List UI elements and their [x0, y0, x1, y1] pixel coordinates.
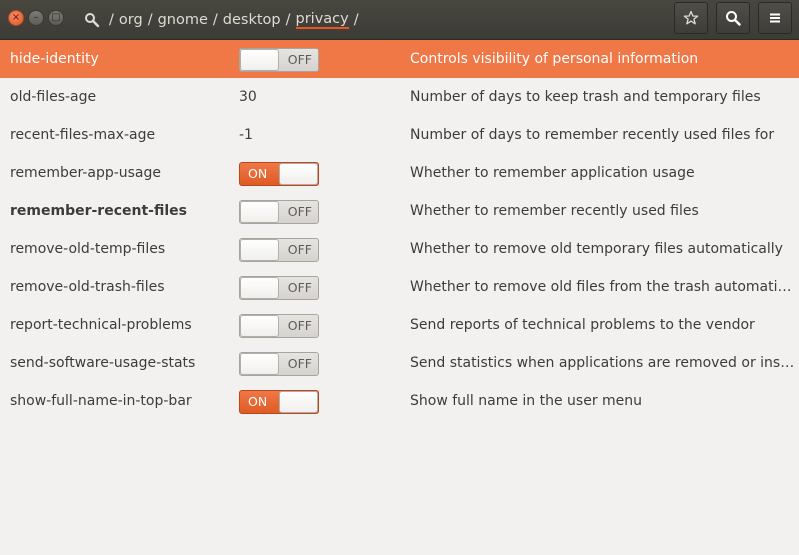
setting-key: old-files-age — [10, 89, 97, 105]
toggle-switch[interactable]: OFF — [239, 314, 319, 338]
toggle-switch[interactable]: OFF — [239, 352, 319, 376]
title-bar: × – □ / org / gnome / desktop / privacy … — [0, 0, 799, 40]
switch-slider[interactable] — [279, 391, 318, 413]
minimize-icon: – — [33, 12, 39, 23]
switch-slider[interactable] — [240, 353, 279, 375]
setting-key: hide-identity — [10, 51, 99, 67]
toggle-switch[interactable]: OFF — [239, 238, 319, 262]
settings-row-remove-old-trash-files[interactable]: remove-old-trash-files OFF Whether to re… — [0, 268, 799, 306]
settings-row-report-technical-problems[interactable]: report-technical-problems OFF Send repor… — [0, 306, 799, 344]
toggle-switch[interactable]: OFF — [239, 200, 319, 224]
setting-value[interactable]: -1 — [239, 116, 253, 154]
switch-state-label: OFF — [287, 52, 312, 67]
path-separator: / — [353, 12, 359, 28]
crumb-org[interactable]: org — [119, 12, 143, 28]
main-menu-button[interactable] — [758, 2, 792, 34]
switch-slider[interactable] — [279, 163, 318, 185]
setting-description: Send statistics when applications are re… — [410, 355, 795, 371]
switch-slider[interactable] — [240, 315, 279, 337]
switch-state-label: ON — [248, 166, 268, 181]
switch-state-label: ON — [248, 394, 268, 409]
switch-state-label: OFF — [287, 280, 312, 295]
setting-description: Number of days to keep trash and tempora… — [410, 89, 761, 105]
crumb-privacy[interactable]: privacy — [295, 11, 349, 29]
setting-key: remove-old-temp-files — [10, 241, 166, 257]
setting-description: Send reports of technical problems to th… — [410, 317, 755, 333]
switch-state-label: OFF — [287, 242, 312, 257]
setting-key: show-full-name-in-top-bar — [10, 393, 192, 409]
setting-key: recent-files-max-age — [10, 127, 156, 143]
setting-key: remember-app-usage — [10, 165, 162, 181]
close-window-button[interactable]: × — [8, 10, 24, 26]
setting-description: Number of days to remember recently used… — [410, 127, 775, 143]
switch-state-label: OFF — [287, 356, 312, 371]
settings-row-remember-app-usage[interactable]: remember-app-usage ON Whether to remembe… — [0, 154, 799, 192]
search-icon — [726, 11, 741, 26]
crumb-gnome[interactable]: gnome — [158, 12, 208, 28]
root-search-icon[interactable] — [84, 12, 100, 28]
path-separator: / — [109, 12, 114, 28]
setting-description: Whether to remove old temporary files au… — [410, 241, 783, 257]
crumb-desktop[interactable]: desktop — [223, 12, 281, 28]
settings-list: hide-identity OFF Controls visibility of… — [0, 40, 799, 420]
maximize-icon: □ — [51, 12, 61, 23]
setting-key: remember-recent-files — [10, 203, 187, 219]
hamburger-menu-icon — [770, 13, 780, 23]
setting-key: report-technical-problems — [10, 317, 192, 333]
settings-row-recent-files-max-age[interactable]: recent-files-max-age -1 Number of days t… — [0, 116, 799, 154]
toggle-switch[interactable]: ON — [239, 390, 319, 414]
switch-slider[interactable] — [240, 49, 279, 71]
search-button[interactable] — [716, 2, 750, 34]
switch-slider[interactable] — [240, 201, 279, 223]
setting-key: send-software-usage-stats — [10, 355, 196, 371]
setting-key: remove-old-trash-files — [10, 279, 165, 295]
settings-row-old-files-age[interactable]: old-files-age 30 Number of days to keep … — [0, 78, 799, 116]
settings-row-remember-recent-files[interactable]: remember-recent-files OFF Whether to rem… — [0, 192, 799, 230]
setting-description: Whether to remove old files from the tra… — [410, 279, 795, 295]
setting-description: Whether to remember application usage — [410, 165, 695, 181]
settings-row-show-full-name-in-top-bar[interactable]: show-full-name-in-top-bar ON Show full n… — [0, 382, 799, 420]
maximize-window-button[interactable]: □ — [48, 10, 64, 26]
switch-state-label: OFF — [287, 204, 312, 219]
setting-value[interactable]: 30 — [239, 78, 257, 116]
star-icon — [683, 10, 699, 25]
switch-slider[interactable] — [240, 277, 279, 299]
minimize-window-button[interactable]: – — [28, 10, 44, 26]
setting-description: Controls visibility of personal informat… — [410, 51, 699, 67]
path-separator: / — [212, 12, 218, 28]
settings-row-hide-identity[interactable]: hide-identity OFF Controls visibility of… — [0, 40, 799, 78]
bookmark-button[interactable] — [674, 2, 708, 34]
toggle-switch[interactable]: ON — [239, 162, 319, 186]
toggle-switch[interactable]: OFF — [239, 276, 319, 300]
path-separator: / — [147, 12, 153, 28]
switch-state-label: OFF — [287, 318, 312, 333]
breadcrumb: / org / gnome / desktop / privacy / — [84, 0, 364, 40]
toggle-switch[interactable]: OFF — [239, 48, 319, 72]
setting-description: Show full name in the user menu — [410, 393, 643, 409]
settings-row-send-software-usage-stats[interactable]: send-software-usage-stats OFF Send stati… — [0, 344, 799, 382]
settings-row-remove-old-temp-files[interactable]: remove-old-temp-files OFF Whether to rem… — [0, 230, 799, 268]
path-separator: / — [285, 12, 291, 28]
close-icon: × — [11, 12, 21, 23]
switch-slider[interactable] — [240, 239, 279, 261]
setting-description: Whether to remember recently used files — [410, 203, 699, 219]
